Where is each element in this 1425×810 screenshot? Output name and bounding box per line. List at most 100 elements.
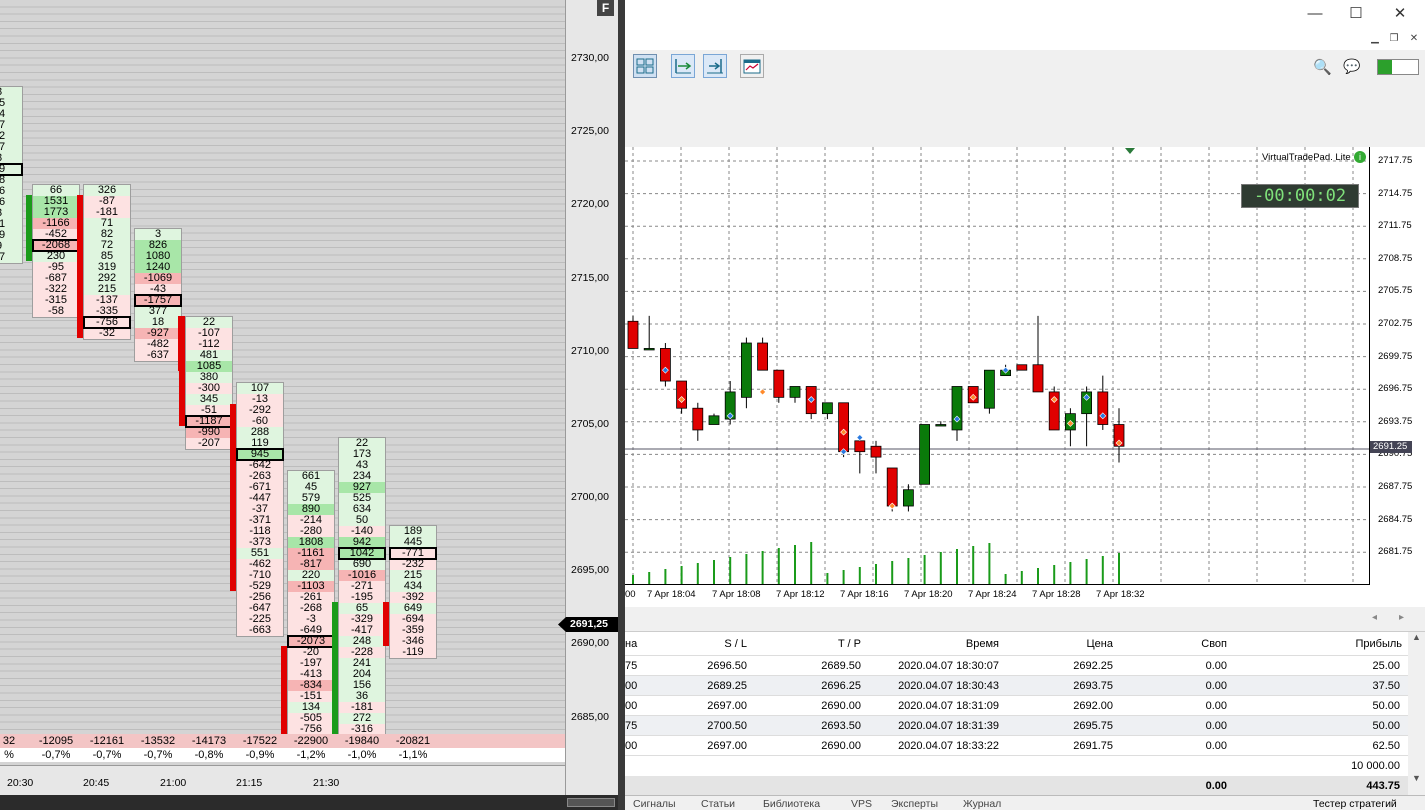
footprint-delta-bar [26,195,32,261]
footprint-cell: -43 [135,284,181,295]
f-button[interactable]: F [597,0,614,16]
search-icon[interactable]: 🔍 [1313,58,1332,76]
candle-body [789,386,801,398]
footprint-cell: 50 [339,515,385,526]
column-pct: -1,0% [347,749,377,761]
candle-body [773,369,785,398]
table-cell: 2693.75 [1073,680,1113,692]
table-row[interactable]: 00 2697.00 2690.00 2020.04.07 18:33:22 2691.… [625,736,1408,756]
chart-time-label: 7 Apr 18:04 [647,589,696,600]
tab-experts[interactable]: Эксперты [891,798,938,810]
totals-row: 0.00 443.75 [625,776,1408,795]
candle-body [935,424,947,427]
chart-shift-icon[interactable] [671,54,695,78]
footprint-cell: 85 [84,251,130,262]
footprint-cell: -151 [288,691,334,702]
footprint-cell: 82 [84,229,130,240]
candle-body [1016,364,1028,371]
col-profit-header[interactable]: Прибыль [1245,632,1402,656]
footprint-delta-bar [383,602,389,646]
chart-price-scale[interactable]: 2717.75 2714.75 2711.75 2708.75 2705.75 2702.… [1370,147,1425,585]
footprint-cell: -482 [135,339,181,350]
tab-articles[interactable]: Статьи [701,798,735,810]
footprint-scrollbar[interactable] [0,795,618,810]
column-total: -13532 [140,735,176,747]
footprint-cell: -197 [288,658,334,669]
price-label: 2720,00 [571,198,609,210]
footprint-cell: -37 [237,504,283,515]
footprint-delta-bar [179,316,185,426]
price-label: 2710,00 [571,345,609,357]
column-pct: -0,9% [245,749,275,761]
candle-body [1097,391,1109,425]
scroll-thumb[interactable] [567,798,615,807]
scroll-right-icon[interactable]: ▸ [1399,612,1404,623]
scroll-left-icon[interactable]: ◂ [1372,612,1377,623]
footprint-cell: -1161 [288,548,334,559]
candlestick-chart[interactable] [625,147,1370,585]
tab-strategy-tester[interactable]: Тестер стратегий [1313,798,1397,810]
table-row[interactable]: 75 2700.50 2693.50 2020.04.07 18:31:39 2695.… [625,716,1408,736]
tile-windows-icon[interactable] [633,54,657,78]
footprint-cell: 248 [339,636,385,647]
footprint-delta-bar [230,404,236,591]
mdi-minimize-icon[interactable]: ▁ [1367,33,1383,47]
footprint-cell: -927 [135,328,181,339]
footprint-cell: 54 [0,109,22,120]
footprint-chart[interactable]: 80554970227839989616321599676615311773-1… [0,0,618,795]
tab-library[interactable]: Библиотека [763,798,820,810]
table-row[interactable]: 00 2697.00 2690.00 2020.04.07 18:31:09 2692.… [625,696,1408,716]
autoscroll-icon[interactable] [703,54,727,78]
table-row[interactable]: 75 2696.50 2689.50 2020.04.07 18:30:07 2692.… [625,656,1408,676]
column-pct: -0,8% [194,749,224,761]
footprint-cell: 234 [339,471,385,482]
info-icon[interactable]: i [1354,151,1366,163]
trades-table: на S / L T / P Время Цена Своп Прибыль 7… [625,632,1408,795]
col-sl-header[interactable]: S / L [685,632,747,656]
footprint-cell: 156 [339,680,385,691]
trades-scrollbar[interactable]: ▲ ▼ [1408,632,1425,795]
footprint-delta-bar [281,646,287,745]
footprint-cell: 16 [0,197,22,208]
column-total: -22900 [293,735,329,747]
footprint-cell: 1080 [135,251,181,262]
chart-price-label: 2702.75 [1378,318,1413,329]
close-button[interactable]: ✕ [1390,5,1410,23]
maximize-button[interactable]: ☐ [1346,5,1366,23]
col-tp-header[interactable]: T / P [775,632,861,656]
col-volume-header[interactable]: на [625,632,637,656]
col-time-header[interactable]: Время [885,632,999,656]
footprint-cell: 67 [0,252,22,263]
tab-signals[interactable]: Сигналы [633,798,676,810]
time-label: 20:30 [7,777,34,789]
footprint-cell: -1757 [134,294,182,307]
footprint-cell: -280 [288,526,334,537]
minimize-button[interactable]: — [1305,5,1325,23]
chat-icon[interactable]: 💬 [1343,58,1360,75]
footprint-cell: 36 [339,691,385,702]
footprint-cell: -834 [288,680,334,691]
price-label: 2725,00 [571,125,609,137]
candle-body [708,415,720,425]
footprint-cell: 72 [84,240,130,251]
chart-price-label: 2684.75 [1378,513,1413,525]
footprint-cell: -256 [237,592,283,603]
footprint-cell: -452 [33,229,79,240]
table-row[interactable]: 00 2689.25 2696.25 2020.04.07 18:30:43 2693.… [625,676,1408,696]
table-cell: 2696.25 [821,680,861,692]
footprint-cell: 1042 [338,547,386,560]
footprint-price-scale[interactable]: 2730,00 2725,00 2720,00 2715,00 2710,00 … [558,0,618,795]
mdi-restore-icon[interactable]: ❐ [1386,33,1402,47]
panel-divider[interactable] [618,0,625,810]
footprint-cell: -118 [237,526,283,537]
col-swap-header[interactable]: Своп [1135,632,1227,656]
templates-icon[interactable] [740,54,764,78]
tab-journal[interactable]: Журнал [963,798,1001,810]
tab-vps[interactable]: VPS [851,798,872,810]
mdi-close-icon[interactable]: ✕ [1406,33,1422,47]
virtualtradepad-label[interactable]: VirtualTradePad. Lite [1262,152,1351,163]
footprint-cell: 1240 [135,262,181,273]
table-cell: 2020.04.07 18:30:07 [898,660,999,672]
chart-current-price-marker: 2691.25 [1370,441,1412,453]
col-price-header[interactable]: Цена [1025,632,1113,656]
